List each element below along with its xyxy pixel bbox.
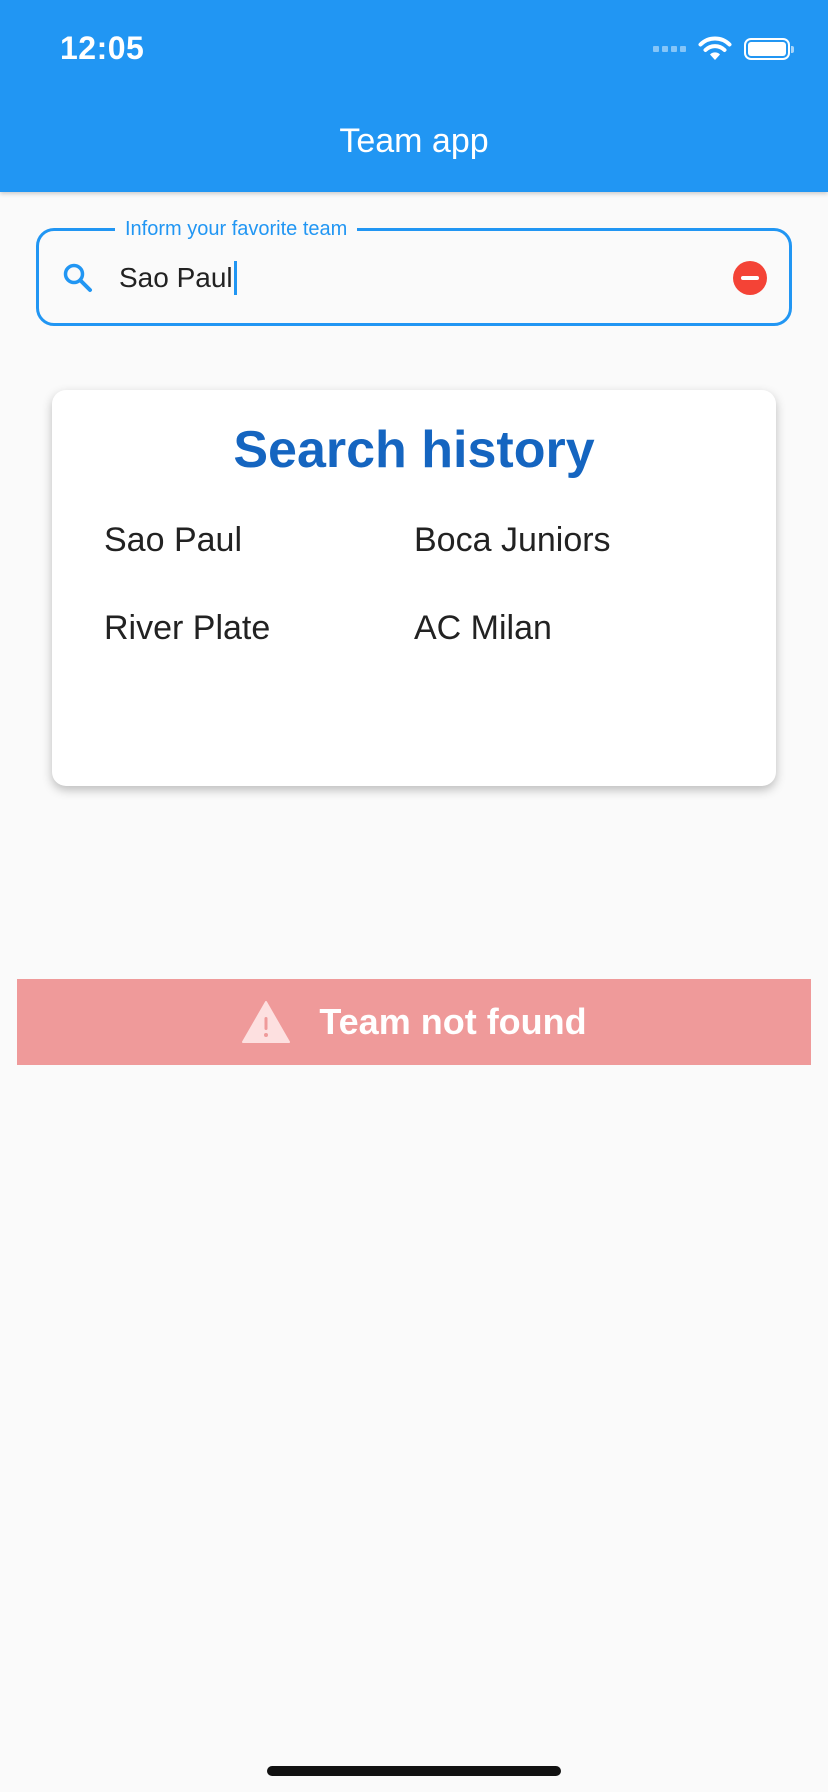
app-bar: 12:05 Team app (0, 0, 828, 192)
text-cursor (233, 261, 237, 295)
search-field[interactable]: Inform your favorite team Sao Paul (36, 215, 792, 326)
wifi-icon (698, 36, 732, 60)
history-item[interactable]: AC Milan (414, 604, 724, 652)
history-list: Sao Paul Boca Juniors River Plate AC Mil… (104, 516, 724, 652)
signal-icon (653, 46, 686, 52)
search-input-value: Sao Paul (119, 262, 233, 293)
app-title: Team app (339, 122, 489, 160)
history-item[interactable]: River Plate (104, 604, 414, 652)
error-message: Team not found (319, 1001, 587, 1042)
error-banner: Team not found (17, 979, 811, 1065)
search-icon (63, 263, 92, 292)
clear-icon[interactable] (733, 261, 767, 295)
warning-icon (242, 1001, 291, 1043)
status-icons (653, 34, 794, 64)
search-history-card: Search history Sao Paul Boca Juniors Riv… (52, 390, 776, 786)
search-history-title: Search history (233, 421, 595, 479)
home-indicator[interactable] (267, 1766, 561, 1776)
status-time: 12:05 (60, 30, 145, 66)
history-item[interactable]: Sao Paul (104, 516, 414, 564)
search-label: Inform your favorite team (115, 215, 358, 243)
search-input[interactable]: Sao Paul (119, 261, 237, 295)
history-item[interactable]: Boca Juniors (414, 516, 724, 564)
battery-icon (744, 38, 794, 60)
